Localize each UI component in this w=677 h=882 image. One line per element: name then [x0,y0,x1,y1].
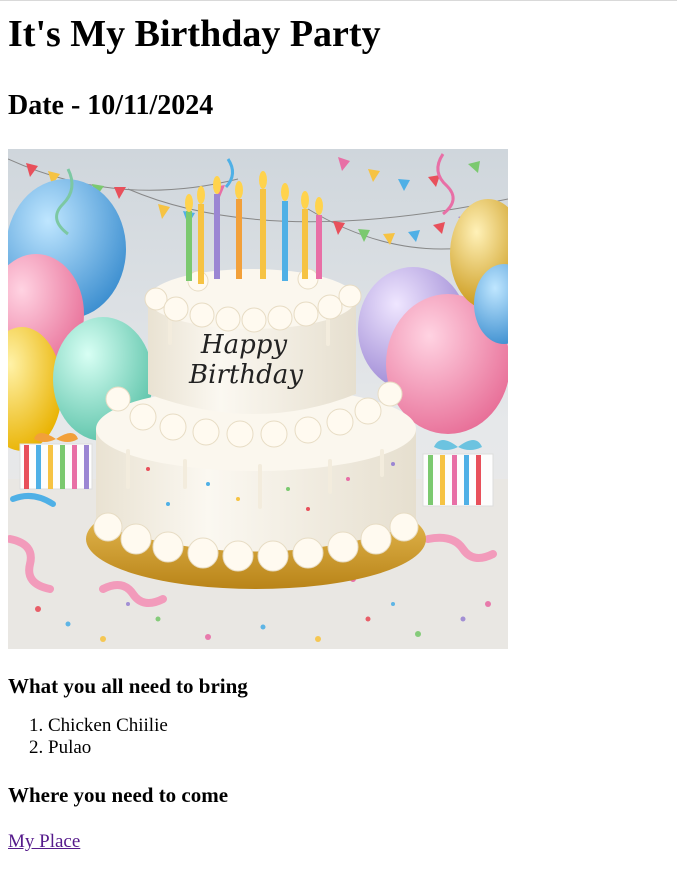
bring-heading: What you all need to bring [8,674,248,698]
where-heading: Where you need to come [8,783,229,807]
my-place-link[interactable]: My Place [8,831,80,852]
date-heading: Date - 10/11/2024 [8,90,214,121]
list-item: Pulao [48,737,669,759]
page-title: It's My Birthday Party [8,13,381,55]
list-item: Chicken Chiilie [48,715,669,737]
location-line: My Place [8,831,669,853]
page-content: It's My Birthday Party Date - 10/11/2024 [0,0,677,853]
cake-text-happy: Happy [200,330,287,360]
bring-list: Chicken Chiilie Pulao [8,715,669,759]
cake-text-birthday: Birthday [188,360,303,390]
birthday-cake-image: Happy Birthday [8,149,508,649]
